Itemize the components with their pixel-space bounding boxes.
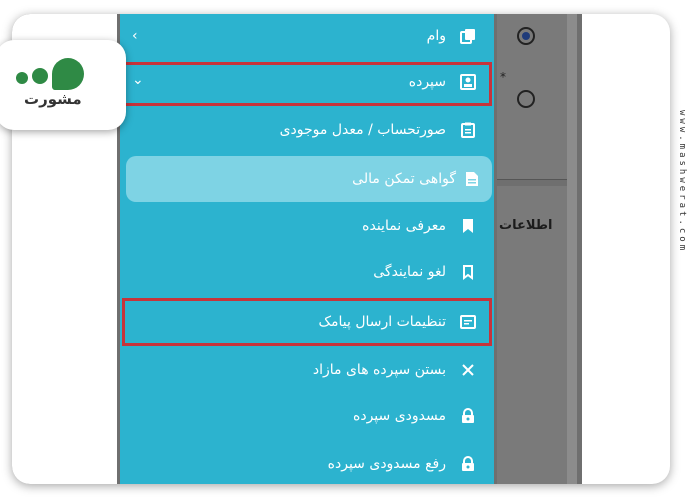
info-heading: اطلاعات bbox=[499, 218, 553, 233]
copy-icon bbox=[460, 28, 476, 44]
logo-dot bbox=[32, 68, 48, 84]
menu-item-label: لغو نمایندگی bbox=[373, 264, 446, 280]
info-card: اطلاعات bbox=[497, 186, 567, 484]
highlight-deposit bbox=[122, 62, 492, 106]
menu-item-label: رفع مسدودی سپرده bbox=[327, 456, 446, 472]
menu-item-close-surplus-deposits[interactable]: بستن سپرده های مازاد bbox=[120, 348, 494, 392]
menu-item-label: صورتحساب / معدل موجودی bbox=[279, 122, 446, 138]
logo-text: مشورت bbox=[24, 90, 82, 108]
site-logo: مشورت bbox=[0, 40, 126, 130]
radio-option-selected[interactable] bbox=[517, 27, 535, 45]
unlock-icon bbox=[460, 456, 476, 472]
scrollbar[interactable] bbox=[567, 14, 577, 484]
menu-item-loan[interactable]: ‹ وام bbox=[120, 14, 494, 58]
menu-item-unblock-deposit[interactable]: رفع مسدودی سپرده bbox=[120, 442, 494, 484]
menu-item-label: بستن سپرده های مازاد bbox=[312, 362, 446, 378]
menu-item-introduce-agent[interactable]: معرفی نماینده bbox=[120, 204, 494, 248]
menu-item-financial-certificate[interactable]: گواهی تمکن مالی bbox=[126, 156, 492, 202]
side-menu: ‹ وام ⌄ سپرده صورتحساب / معدل موجودی گوا… bbox=[120, 14, 494, 484]
menu-item-label: گواهی تمکن مالی bbox=[352, 171, 456, 187]
lock-icon bbox=[460, 408, 476, 424]
close-icon bbox=[460, 362, 476, 378]
chevron-left-icon: ‹ bbox=[132, 28, 138, 44]
highlight-sms-settings bbox=[122, 298, 492, 346]
menu-item-block-deposit[interactable]: مسدودی سپرده bbox=[120, 394, 494, 438]
bookmark-filled-icon bbox=[460, 218, 476, 234]
menu-item-label: مسدودی سپرده bbox=[353, 408, 446, 424]
form-card: * bbox=[497, 14, 567, 180]
menu-item-statement[interactable]: صورتحساب / معدل موجودی bbox=[120, 108, 494, 152]
menu-item-label: معرفی نماینده bbox=[362, 218, 446, 234]
logo-dot bbox=[52, 58, 84, 90]
document-icon bbox=[464, 171, 480, 187]
watermark: www.mashwerat.com bbox=[677, 110, 687, 254]
clipboard-icon bbox=[460, 122, 476, 138]
bookmark-outline-icon bbox=[460, 264, 476, 280]
menu-item-cancel-agency[interactable]: لغو نمایندگی bbox=[120, 250, 494, 294]
radio-option[interactable] bbox=[517, 90, 535, 108]
menu-item-label: وام bbox=[426, 28, 446, 44]
logo-dot bbox=[16, 72, 28, 84]
required-asterisk: * bbox=[500, 70, 506, 84]
